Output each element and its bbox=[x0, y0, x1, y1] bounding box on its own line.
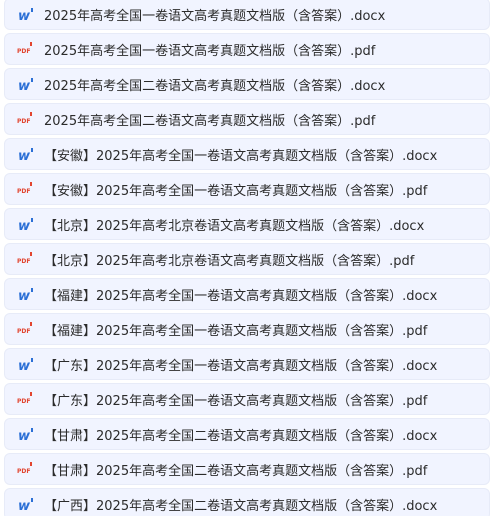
svg-text:PDF: PDF bbox=[17, 468, 30, 475]
svg-text:w: w bbox=[18, 79, 31, 93]
svg-text:PDF: PDF bbox=[17, 188, 30, 195]
svg-text:w: w bbox=[18, 499, 31, 513]
svg-text:PDF: PDF bbox=[17, 398, 30, 405]
file-name: 【广东】2025年高考全国一卷语文高考真题文档版（含答案）.pdf bbox=[44, 393, 428, 409]
file-name: 【安徽】2025年高考全国一卷语文高考真题文档版（含答案）.pdf bbox=[44, 183, 428, 199]
file-row[interactable]: PDF 【甘肃】2025年高考全国二卷语文高考真题文档版（含答案）.pdf bbox=[4, 453, 490, 485]
word-icon: w bbox=[16, 213, 38, 235]
file-row[interactable]: w 【广西】2025年高考全国二卷语文高考真题文档版（含答案）.docx bbox=[4, 488, 490, 516]
file-row[interactable]: PDF 2025年高考全国一卷语文高考真题文档版（含答案）.pdf bbox=[4, 33, 490, 65]
file-name: 【福建】2025年高考全国一卷语文高考真题文档版（含答案）.pdf bbox=[44, 323, 428, 339]
pdf-icon: PDF bbox=[16, 388, 38, 410]
file-list: w 2025年高考全国一卷语文高考真题文档版（含答案）.docx PDF 202… bbox=[0, 0, 495, 516]
file-name: 2025年高考全国二卷语文高考真题文档版（含答案）.docx bbox=[44, 78, 386, 94]
pdf-icon: PDF bbox=[16, 178, 38, 200]
file-row[interactable]: w 【广东】2025年高考全国一卷语文高考真题文档版（含答案）.docx bbox=[4, 348, 490, 380]
file-name: 【甘肃】2025年高考全国二卷语文高考真题文档版（含答案）.docx bbox=[44, 428, 438, 444]
word-icon: w bbox=[16, 3, 38, 25]
file-name: 2025年高考全国一卷语文高考真题文档版（含答案）.docx bbox=[44, 8, 386, 24]
svg-text:PDF: PDF bbox=[17, 118, 30, 125]
pdf-icon: PDF bbox=[16, 38, 38, 60]
file-row[interactable]: PDF 【安徽】2025年高考全国一卷语文高考真题文档版（含答案）.pdf bbox=[4, 173, 490, 205]
file-name: 2025年高考全国一卷语文高考真题文档版（含答案）.pdf bbox=[44, 43, 376, 59]
file-row[interactable]: w 2025年高考全国一卷语文高考真题文档版（含答案）.docx bbox=[4, 0, 490, 30]
svg-text:w: w bbox=[18, 219, 31, 233]
file-row[interactable]: w 2025年高考全国二卷语文高考真题文档版（含答案）.docx bbox=[4, 68, 490, 100]
pdf-icon: PDF bbox=[16, 458, 38, 480]
file-row[interactable]: w 【北京】2025年高考北京卷语文高考真题文档版（含答案）.docx bbox=[4, 208, 490, 240]
pdf-icon: PDF bbox=[16, 318, 38, 340]
svg-text:w: w bbox=[18, 429, 31, 443]
word-icon: w bbox=[16, 73, 38, 95]
file-name: 【安徽】2025年高考全国一卷语文高考真题文档版（含答案）.docx bbox=[44, 148, 438, 164]
file-name: 【广西】2025年高考全国二卷语文高考真题文档版（含答案）.docx bbox=[44, 498, 438, 514]
file-row[interactable]: PDF 【北京】2025年高考北京卷语文高考真题文档版（含答案）.pdf bbox=[4, 243, 490, 275]
file-row[interactable]: w 【甘肃】2025年高考全国二卷语文高考真题文档版（含答案）.docx bbox=[4, 418, 490, 450]
word-icon: w bbox=[16, 283, 38, 305]
pdf-icon: PDF bbox=[16, 108, 38, 130]
file-name: 2025年高考全国二卷语文高考真题文档版（含答案）.pdf bbox=[44, 113, 376, 129]
file-name: 【甘肃】2025年高考全国二卷语文高考真题文档版（含答案）.pdf bbox=[44, 463, 428, 479]
svg-text:w: w bbox=[18, 9, 31, 23]
svg-text:PDF: PDF bbox=[17, 328, 30, 335]
svg-text:PDF: PDF bbox=[17, 258, 30, 265]
svg-text:w: w bbox=[18, 359, 31, 373]
file-row[interactable]: w 【福建】2025年高考全国一卷语文高考真题文档版（含答案）.docx bbox=[4, 278, 490, 310]
file-row[interactable]: PDF 【广东】2025年高考全国一卷语文高考真题文档版（含答案）.pdf bbox=[4, 383, 490, 415]
svg-text:w: w bbox=[18, 289, 31, 303]
file-row[interactable]: PDF 【福建】2025年高考全国一卷语文高考真题文档版（含答案）.pdf bbox=[4, 313, 490, 345]
svg-text:PDF: PDF bbox=[17, 48, 30, 55]
word-icon: w bbox=[16, 143, 38, 165]
file-row[interactable]: w 【安徽】2025年高考全国一卷语文高考真题文档版（含答案）.docx bbox=[4, 138, 490, 170]
file-name: 【北京】2025年高考北京卷语文高考真题文档版（含答案）.pdf bbox=[44, 253, 415, 269]
file-row[interactable]: PDF 2025年高考全国二卷语文高考真题文档版（含答案）.pdf bbox=[4, 103, 490, 135]
svg-text:w: w bbox=[18, 149, 31, 163]
file-name: 【福建】2025年高考全国一卷语文高考真题文档版（含答案）.docx bbox=[44, 288, 438, 304]
word-icon: w bbox=[16, 353, 38, 375]
word-icon: w bbox=[16, 493, 38, 515]
word-icon: w bbox=[16, 423, 38, 445]
file-name: 【广东】2025年高考全国一卷语文高考真题文档版（含答案）.docx bbox=[44, 358, 438, 374]
pdf-icon: PDF bbox=[16, 248, 38, 270]
file-name: 【北京】2025年高考北京卷语文高考真题文档版（含答案）.docx bbox=[44, 218, 425, 234]
